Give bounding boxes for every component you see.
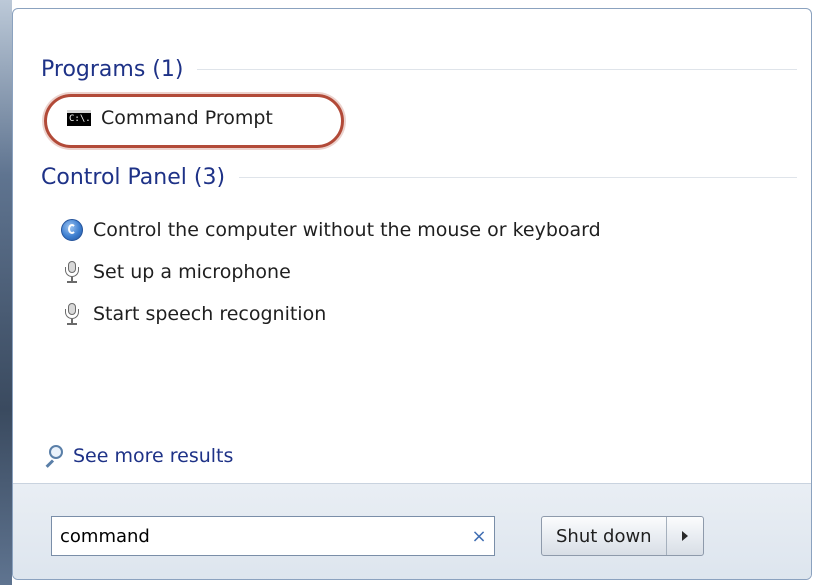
arrow-right-icon — [681, 531, 688, 541]
desktop-edge — [0, 0, 12, 585]
see-more-label: See more results — [73, 445, 234, 467]
ease-of-access-icon — [61, 219, 83, 241]
clear-search-icon[interactable]: × — [464, 526, 494, 547]
microphone-icon — [65, 303, 79, 325]
search-box[interactable]: × — [51, 516, 495, 556]
control-panel-header-label: Control Panel (3) — [41, 165, 226, 190]
programs-section-header: Programs (1) — [41, 57, 797, 82]
see-more-results-link[interactable]: See more results — [41, 443, 233, 469]
shutdown-options-button[interactable] — [667, 517, 703, 555]
search-input[interactable] — [52, 524, 464, 548]
programs-header-label: Programs (1) — [41, 57, 184, 82]
microphone-icon — [65, 261, 79, 283]
result-set-up-microphone[interactable]: Set up a microphone — [59, 259, 291, 285]
result-label: Start speech recognition — [93, 303, 327, 325]
command-prompt-icon: C:\. — [67, 110, 91, 126]
shutdown-button[interactable]: Shut down — [542, 517, 667, 555]
result-label: Control the computer without the mouse o… — [93, 219, 601, 241]
control-panel-section-header: Control Panel (3) — [41, 165, 797, 190]
search-bar-area: × Shut down — [13, 483, 811, 579]
section-divider — [197, 69, 797, 70]
start-menu-search-results: Programs (1) C:\. Command Prompt Control… — [12, 8, 812, 580]
shutdown-button-group: Shut down — [541, 516, 704, 556]
result-label: Command Prompt — [101, 107, 273, 129]
result-control-without-mouse-keyboard[interactable]: Control the computer without the mouse o… — [59, 217, 601, 243]
section-divider — [239, 177, 797, 178]
result-start-speech-recognition[interactable]: Start speech recognition — [59, 301, 326, 327]
search-icon — [41, 443, 67, 469]
result-label: Set up a microphone — [93, 261, 291, 283]
result-command-prompt[interactable]: C:\. Command Prompt — [67, 107, 273, 129]
